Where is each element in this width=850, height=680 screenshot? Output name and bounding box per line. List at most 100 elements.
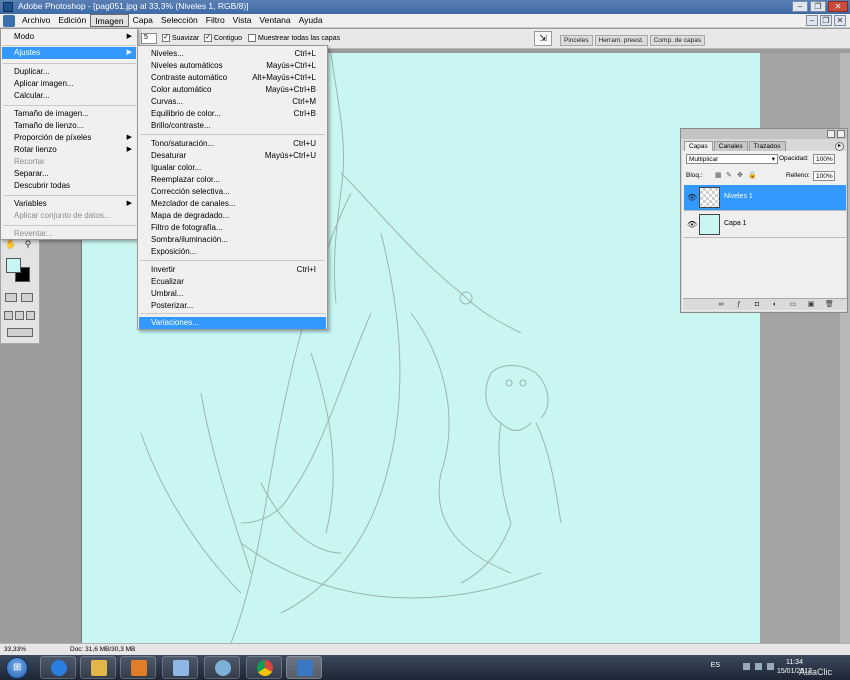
doc-close-button[interactable]: ✕ [834,15,846,26]
foreground-color-swatch[interactable] [6,258,21,273]
menu-item-filtro-de-fotografia[interactable]: Filtro de fotografía... [139,222,326,234]
panel-minimize-icon[interactable] [827,130,835,138]
menu-item-umbral[interactable]: Umbral... [139,288,326,300]
palette-well-icon[interactable]: ⇲ [534,31,552,46]
menu-item-igualar-color[interactable]: Igualar color... [139,162,326,174]
menu-item-correccion-selectiva[interactable]: Corrección selectiva... [139,186,326,198]
menu-item-separar[interactable]: Separar... [2,168,136,180]
menu-item-reemplazar-color[interactable]: Reemplazar color... [139,174,326,186]
panel-menu-icon[interactable]: ▸ [835,142,844,151]
menu-item-variables[interactable]: Variables ▶ [2,198,136,210]
menu-item-duplicar[interactable]: Duplicar... [2,66,136,78]
lock-paint-icon[interactable]: ✎ [726,172,733,179]
menu-item-contraste-automatico[interactable]: Contraste automático Alt+Mayús+Ctrl+L [139,72,326,84]
menu-ayuda[interactable]: Ayuda [295,14,327,27]
eye-icon[interactable]: 👁 [687,220,697,229]
menu-item-calcular[interactable]: Calcular... [2,90,136,102]
standard-mode-icon[interactable] [5,293,17,302]
menu-item-invertir[interactable]: Invertir Ctrl+I [139,264,326,276]
layer-name[interactable]: Capa 1 [724,220,747,227]
lock-move-icon[interactable]: ✥ [737,172,744,179]
taskbar-media-button[interactable] [120,656,156,679]
muestrear-checkbox[interactable]: Muestrear todas las capas [248,34,340,42]
menu-item-brillo-contraste[interactable]: Brillo/contraste... [139,120,326,132]
menu-archivo[interactable]: Archivo [18,14,54,27]
new-layer-icon[interactable]: ▣ [807,301,815,309]
menu-item-descubrir-todas[interactable]: Descubrir todas [2,180,136,192]
layer-row[interactable]: 👁 Niveles 1 [684,185,846,211]
document-icon[interactable] [3,15,15,27]
menu-item-niveles[interactable]: Niveles... Ctrl+L [139,48,326,60]
blend-mode-select[interactable]: Multiplicar ▾ [686,154,778,164]
quick-mask-icon[interactable] [21,293,33,302]
adjustment-layer-icon[interactable]: ◐ [771,301,779,309]
close-button[interactable]: ✕ [828,1,848,12]
new-group-icon[interactable]: ▭ [789,301,797,309]
zoom-tool-icon[interactable]: ⚲ [21,239,35,249]
taskbar-paint-button[interactable] [162,656,198,679]
menu-imagen[interactable]: Imagen [90,14,129,27]
restore-button[interactable]: ❐ [810,1,826,12]
taskbar-explorer-button[interactable] [80,656,116,679]
hand-tool-icon[interactable]: ✋ [4,239,18,249]
layer-name[interactable]: Niveles 1 [724,193,753,200]
zoom-level[interactable]: 33,33% [4,646,26,653]
menu-vista[interactable]: Vista [229,14,256,27]
menu-item-rotar-lienzo[interactable]: Rotar lienzo ▶ [2,144,136,156]
menu-item-color-automatico[interactable]: Color automático Mayús+Ctrl+B [139,84,326,96]
contiguo-checkbox[interactable]: ✓ Contiguo [204,34,242,42]
panel-close-icon[interactable] [837,130,845,138]
doc-minimize-button[interactable]: – [806,15,818,26]
lock-transparency-icon[interactable]: ▦ [715,172,722,179]
menu-seleccion[interactable]: Selección [157,14,202,27]
screen-mode-full-menu-icon[interactable] [15,311,24,320]
menu-item-desaturar[interactable]: Desaturar Mayús+Ctrl+U [139,150,326,162]
screen-mode-full-icon[interactable] [26,311,35,320]
menu-edicion[interactable]: Edición [54,14,90,27]
menu-item-modo[interactable]: Modo ▶ [2,31,136,43]
menu-item-ecualizar[interactable]: Ecualizar [139,276,326,288]
menu-item-proporcion-de-pixeles[interactable]: Proporción de píxeles ▶ [2,132,136,144]
menu-item-tamano-de-imagen[interactable]: Tamaño de imagen... [2,108,136,120]
screen-mode-standard-icon[interactable] [4,311,13,320]
taskbar-ie-button[interactable] [40,656,76,679]
menu-capa[interactable]: Capa [129,14,157,27]
layer-thumbnail[interactable] [699,214,720,235]
menu-item-tono-saturacion[interactable]: Tono/saturación... Ctrl+U [139,138,326,150]
layer-thumbnail[interactable] [699,187,720,208]
menu-item-niveles-automaticos[interactable]: Niveles automáticos Mayús+Ctrl+L [139,60,326,72]
suavizar-checkbox[interactable]: ✓ Suavizar [162,34,199,42]
lock-all-icon[interactable]: 🔒 [748,172,757,179]
link-layers-icon[interactable]: ∞ [717,301,725,309]
menu-ventana[interactable]: Ventana [255,14,294,27]
eye-icon[interactable]: 👁 [687,193,697,202]
start-button[interactable]: ⊞ [6,657,28,679]
menu-item-posterizar[interactable]: Posterizar... [139,300,326,312]
menu-item-equilibrio-de-color[interactable]: Equilibrio de color... Ctrl+B [139,108,326,120]
show-hidden-icon[interactable] [743,663,750,670]
menu-item-sombra-iluminacion[interactable]: Sombra/iluminación... [139,234,326,246]
tolerance-field[interactable]: 5 [141,33,157,44]
jump-to-imageready-icon[interactable] [7,328,33,337]
menu-item-aplicar-imagen[interactable]: Aplicar imagen... [2,78,136,90]
layer-row[interactable]: 👁 Capa 1 [684,212,846,238]
panel-header[interactable] [681,129,847,139]
volume-icon[interactable] [767,663,774,670]
fill-field[interactable]: 100% [813,171,835,181]
taskbar-photoshop-button[interactable] [286,656,322,679]
layer-style-icon[interactable]: ƒ [735,301,743,309]
palette-tab-pinceles[interactable]: Pinceles [560,35,593,46]
opacity-field[interactable]: 100% [813,154,835,164]
menu-item-tamano-de-lienzo[interactable]: Tamaño de lienzo... [2,120,136,132]
menu-item-mapa-de-degradado[interactable]: Mapa de degradado... [139,210,326,222]
add-mask-icon[interactable]: ◘ [753,301,761,309]
trash-icon[interactable]: 🗑 [825,301,834,309]
network-tray-icon[interactable] [755,663,762,670]
menu-item-curvas[interactable]: Curvas... Ctrl+M [139,96,326,108]
menu-item-ajustes[interactable]: Ajustes ▶ [2,47,136,59]
palette-tab-herram-preest[interactable]: Herram. preest. [594,35,648,46]
doc-restore-button[interactable]: ❐ [820,15,832,26]
taskbar-network-button[interactable] [204,656,240,679]
menu-item-mezclador-de-canales[interactable]: Mezclador de canales... [139,198,326,210]
menu-item-variaciones[interactable]: Variaciones... [139,317,326,329]
